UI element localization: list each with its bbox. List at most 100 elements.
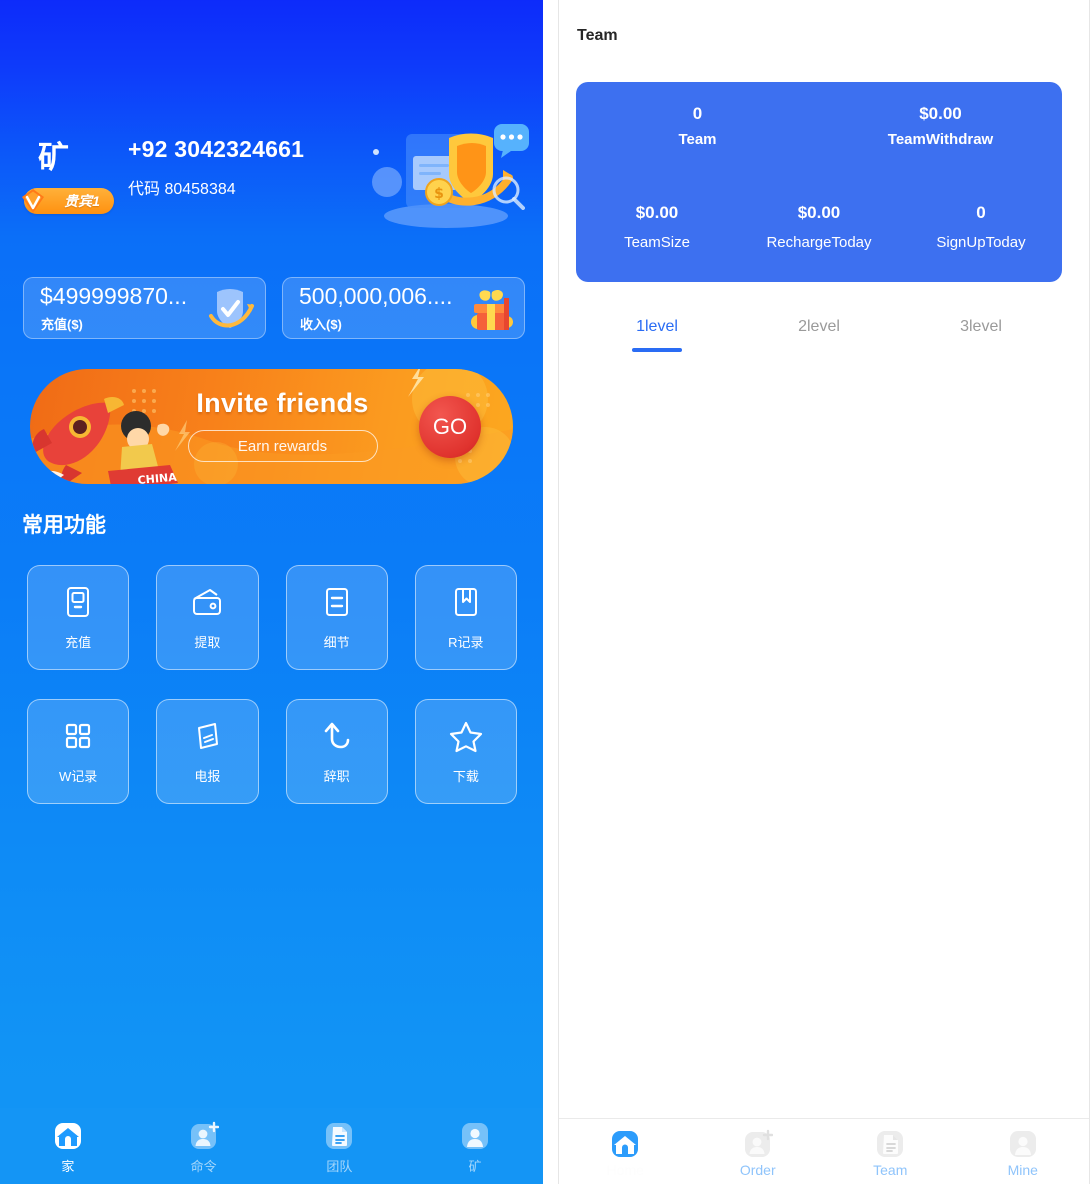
function-row-2: W记录 电报 辞职 下载 xyxy=(27,699,517,804)
stat-label: Team xyxy=(678,131,717,148)
nav-label: 团队 xyxy=(326,1159,353,1174)
document-icon xyxy=(877,1130,904,1157)
banner-go-button[interactable]: GO xyxy=(419,396,481,458)
app-root: 矿 贵宾1 +92 3042324661 代码 80458384 $ $4999… xyxy=(0,0,1090,1184)
document-lines-icon xyxy=(325,587,348,616)
nav-item-team[interactable]: Team xyxy=(824,1119,957,1184)
stat-value: 0 xyxy=(976,203,986,222)
shield-coin-illustration: $ xyxy=(372,124,529,228)
function-label: R记录 xyxy=(448,634,484,650)
stat-team: 0 Team xyxy=(576,82,819,186)
function-label: 下载 xyxy=(452,768,479,784)
function-label: 细节 xyxy=(323,634,350,650)
monitor-icon xyxy=(67,586,90,617)
function-label: 电报 xyxy=(194,768,221,784)
nav-label: Mine xyxy=(1007,1161,1038,1178)
avatar: 矿 xyxy=(38,140,70,175)
function-row-1: 充值 提取 细节 R记录 xyxy=(27,565,517,670)
vip-badge[interactable]: 贵宾1 xyxy=(22,188,114,214)
stat-label: RechargeToday xyxy=(766,234,872,251)
function-tile-telegram[interactable]: 电报 xyxy=(156,699,259,804)
function-label: W记录 xyxy=(58,768,98,784)
bookmark-icon xyxy=(454,587,477,616)
stat-recharge-today: $0.00 RechargeToday xyxy=(738,186,900,282)
gift-box-icon xyxy=(471,289,513,330)
nav-item-mine[interactable]: 矿 xyxy=(407,1108,543,1184)
nav-label: 家 xyxy=(61,1159,75,1174)
nav-item-order[interactable]: 命令 xyxy=(136,1108,272,1184)
nav-label: Team xyxy=(873,1161,908,1178)
function-tile-recharge[interactable]: 充值 xyxy=(27,565,130,670)
function-tile-withdraw[interactable]: 提取 xyxy=(156,565,259,670)
person-icon xyxy=(462,1123,489,1149)
stat-value: 0 xyxy=(692,104,703,123)
vip-label: 贵宾1 xyxy=(64,193,100,209)
team-stats-top-row: 0 Team $0.00 TeamWithdraw xyxy=(576,82,1062,186)
level-tabs: 1level 2level 3level xyxy=(576,305,1062,357)
nav-item-team[interactable]: 团队 xyxy=(272,1108,408,1184)
nav-label: Home xyxy=(606,1161,644,1178)
stat-value: $0.00 xyxy=(919,104,962,123)
section-title: 常用功能 xyxy=(22,514,106,537)
team-stats-bottom-row: $0.00 TeamSize $0.00 RechargeToday 0 Sig… xyxy=(576,186,1062,282)
team-list-empty-area xyxy=(559,358,1089,1117)
phone-number: +92 3042324661 xyxy=(128,136,305,162)
invite-code: 代码 80458384 xyxy=(128,181,236,198)
svg-text:$: $ xyxy=(434,186,444,202)
telegram-card-icon xyxy=(198,722,219,749)
nav-item-home[interactable]: Home xyxy=(559,1119,692,1184)
nav-item-home[interactable]: 家 xyxy=(0,1108,136,1184)
stat-value: $0.00 xyxy=(635,203,679,222)
user-plus-icon xyxy=(190,1121,219,1149)
stat-label: SignUpToday xyxy=(936,234,1026,251)
function-tile-r-record[interactable]: R记录 xyxy=(414,565,517,670)
balance-cards: $499999870... 充值($) 500,000,006.... 收入($… xyxy=(0,277,543,339)
profile-header: 矿 贵宾1 +92 3042324661 代码 80458384 $ xyxy=(0,124,543,228)
star-icon xyxy=(449,721,482,752)
function-tile-resign[interactable]: 辞职 xyxy=(285,699,388,804)
stat-signup-today: 0 SignUpToday xyxy=(900,186,1062,282)
tab-1level[interactable]: 1level xyxy=(576,305,738,357)
home-icon xyxy=(612,1130,639,1157)
wallet-icon xyxy=(193,588,222,615)
recharge-label: 充值($) xyxy=(41,317,83,332)
tab-3level[interactable]: 3level xyxy=(900,305,1062,357)
recharge-balance-card[interactable]: $499999870... 充值($) xyxy=(23,277,266,339)
vip-diamond-icon xyxy=(22,189,44,213)
document-icon xyxy=(326,1123,353,1149)
left-phone-panel: 矿 贵宾1 +92 3042324661 代码 80458384 $ $4999… xyxy=(0,0,543,1184)
invite-friends-banner[interactable]: CHINA Invite friends Earn rewards GO xyxy=(30,369,513,484)
right-bottom-nav: Home Order Team Mine xyxy=(559,1118,1089,1184)
team-stats-card: 0 Team $0.00 TeamWithdraw $0.00 TeamSize… xyxy=(576,82,1062,282)
function-label: 充值 xyxy=(65,634,92,650)
recharge-amount: $499999870... xyxy=(40,283,188,309)
function-label: 辞职 xyxy=(323,768,350,784)
tab-2level[interactable]: 2level xyxy=(738,305,900,357)
undo-arrow-icon xyxy=(324,722,349,748)
stat-label: TeamSize xyxy=(624,234,690,251)
income-label: 收入($) xyxy=(300,317,342,332)
svg-text:CHINA: CHINA xyxy=(137,471,178,484)
page-title: Team xyxy=(577,27,618,44)
function-label: 提取 xyxy=(194,634,221,650)
income-amount: 500,000,006.... xyxy=(299,283,453,309)
stat-label: TeamWithdraw xyxy=(887,131,994,148)
shield-check-icon xyxy=(209,289,254,328)
banner-subtitle: Earn rewards xyxy=(187,430,378,462)
user-plus-icon xyxy=(744,1129,773,1157)
home-icon xyxy=(54,1123,81,1149)
person-icon xyxy=(1009,1130,1036,1157)
function-tile-download[interactable]: 下载 xyxy=(414,699,517,804)
stat-team-size: $0.00 TeamSize xyxy=(576,186,738,282)
function-tile-w-record[interactable]: W记录 xyxy=(27,699,130,804)
nav-label: 矿 xyxy=(468,1159,482,1174)
income-balance-card[interactable]: 500,000,006.... 收入($) xyxy=(282,277,525,339)
nav-item-order[interactable]: Order xyxy=(692,1119,825,1184)
function-tile-details[interactable]: 细节 xyxy=(285,565,388,670)
nav-item-mine[interactable]: Mine xyxy=(957,1119,1090,1184)
stat-team-withdraw: $0.00 TeamWithdraw xyxy=(819,82,1062,186)
nav-label: Order xyxy=(739,1161,776,1178)
right-team-panel: Team 0 Team $0.00 TeamWithdraw $0.00 Tea… xyxy=(558,0,1090,1184)
nav-label: 命令 xyxy=(190,1159,217,1174)
function-grid: 充值 提取 细节 R记录 W记录 电报 辞职 下载 xyxy=(27,565,517,833)
